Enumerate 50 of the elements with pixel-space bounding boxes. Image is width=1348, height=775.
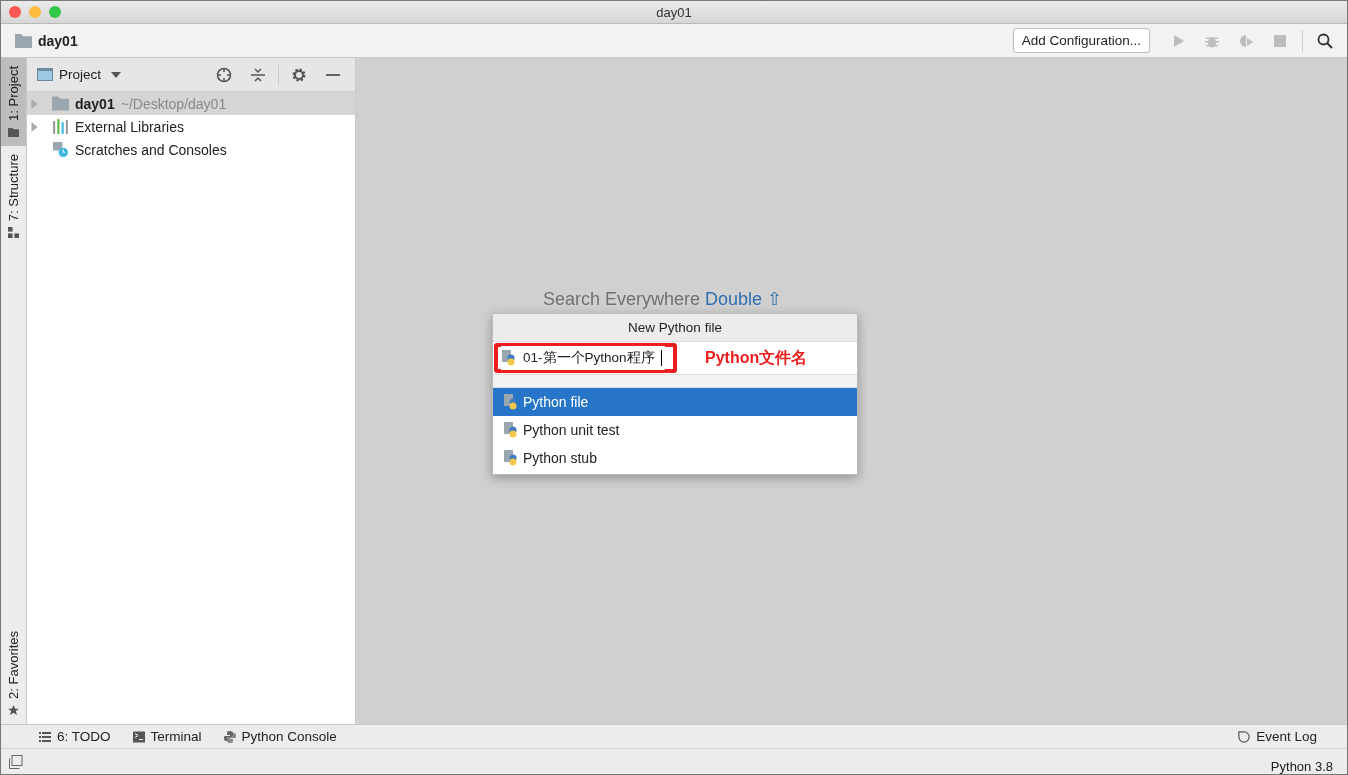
window-icon bbox=[37, 68, 53, 81]
tree-item[interactable]: Scratches and Consoles bbox=[27, 138, 355, 161]
star-icon bbox=[8, 705, 19, 716]
list-icon bbox=[39, 730, 51, 743]
close-icon[interactable] bbox=[9, 6, 21, 18]
folder-icon bbox=[8, 126, 19, 138]
python-file-icon bbox=[501, 350, 517, 366]
tool-window-tab[interactable]: Python Console bbox=[223, 729, 337, 744]
folder-icon bbox=[52, 96, 69, 111]
python-file-icon bbox=[503, 394, 519, 410]
side-tab[interactable]: 1: Project bbox=[1, 58, 26, 146]
tool-window-tab[interactable]: 6: TODO bbox=[39, 729, 111, 744]
terminal-icon bbox=[132, 730, 145, 743]
tree-item[interactable]: day01 ~/Desktop/day01 bbox=[27, 92, 355, 115]
input-field[interactable]: 01-第一个Python程序 bbox=[501, 346, 665, 370]
event-log-tab[interactable]: Event Log bbox=[1238, 729, 1317, 744]
add-configuration-button[interactable]: Add Configuration... bbox=[1012, 28, 1150, 53]
side-tab[interactable]: 7: Structure bbox=[1, 145, 26, 247]
stop-icon[interactable] bbox=[1272, 32, 1288, 49]
crosshair-icon[interactable] bbox=[216, 66, 232, 83]
side-tab[interactable]: 2: Favorites bbox=[1, 623, 26, 724]
search-icon[interactable] bbox=[1317, 32, 1333, 49]
popup-title: New Python file bbox=[493, 314, 857, 342]
tree-item[interactable]: External Libraries bbox=[27, 115, 355, 138]
python-icon bbox=[223, 730, 236, 743]
template-option[interactable]: Python file bbox=[493, 388, 857, 416]
expand-arrow-icon[interactable] bbox=[31, 121, 38, 132]
panel-title[interactable]: Project bbox=[59, 67, 102, 82]
coverage-icon[interactable] bbox=[1238, 32, 1254, 49]
maximize-icon[interactable] bbox=[49, 6, 61, 18]
structure-icon bbox=[8, 227, 19, 239]
settings-icon[interactable] bbox=[291, 66, 307, 83]
python-file-icon bbox=[503, 450, 519, 466]
expand-arrow-icon[interactable] bbox=[31, 98, 38, 109]
tool-window-tab[interactable]: Terminal bbox=[132, 729, 202, 744]
caret-icon[interactable] bbox=[111, 71, 122, 78]
speech-bubble-icon bbox=[1238, 730, 1251, 743]
interpreter-label[interactable]: Python 3.8 bbox=[1270, 759, 1333, 774]
python-file-icon bbox=[503, 422, 519, 438]
template-option[interactable]: Python unit test bbox=[493, 416, 857, 444]
folder-icon bbox=[15, 33, 32, 48]
tool-windows-icon[interactable] bbox=[9, 754, 23, 769]
scratch-clock-icon bbox=[52, 142, 69, 157]
project-name[interactable]: day01 bbox=[38, 32, 78, 49]
library-icon bbox=[52, 119, 69, 134]
template-option[interactable]: Python stub bbox=[493, 444, 857, 472]
annotation-label: Python文件名 bbox=[705, 347, 808, 368]
window-title: day01 bbox=[656, 4, 692, 20]
search-everywhere-hint: Search Everywhere Double ⇧ bbox=[543, 288, 783, 310]
collapse-icon[interactable] bbox=[250, 66, 266, 83]
